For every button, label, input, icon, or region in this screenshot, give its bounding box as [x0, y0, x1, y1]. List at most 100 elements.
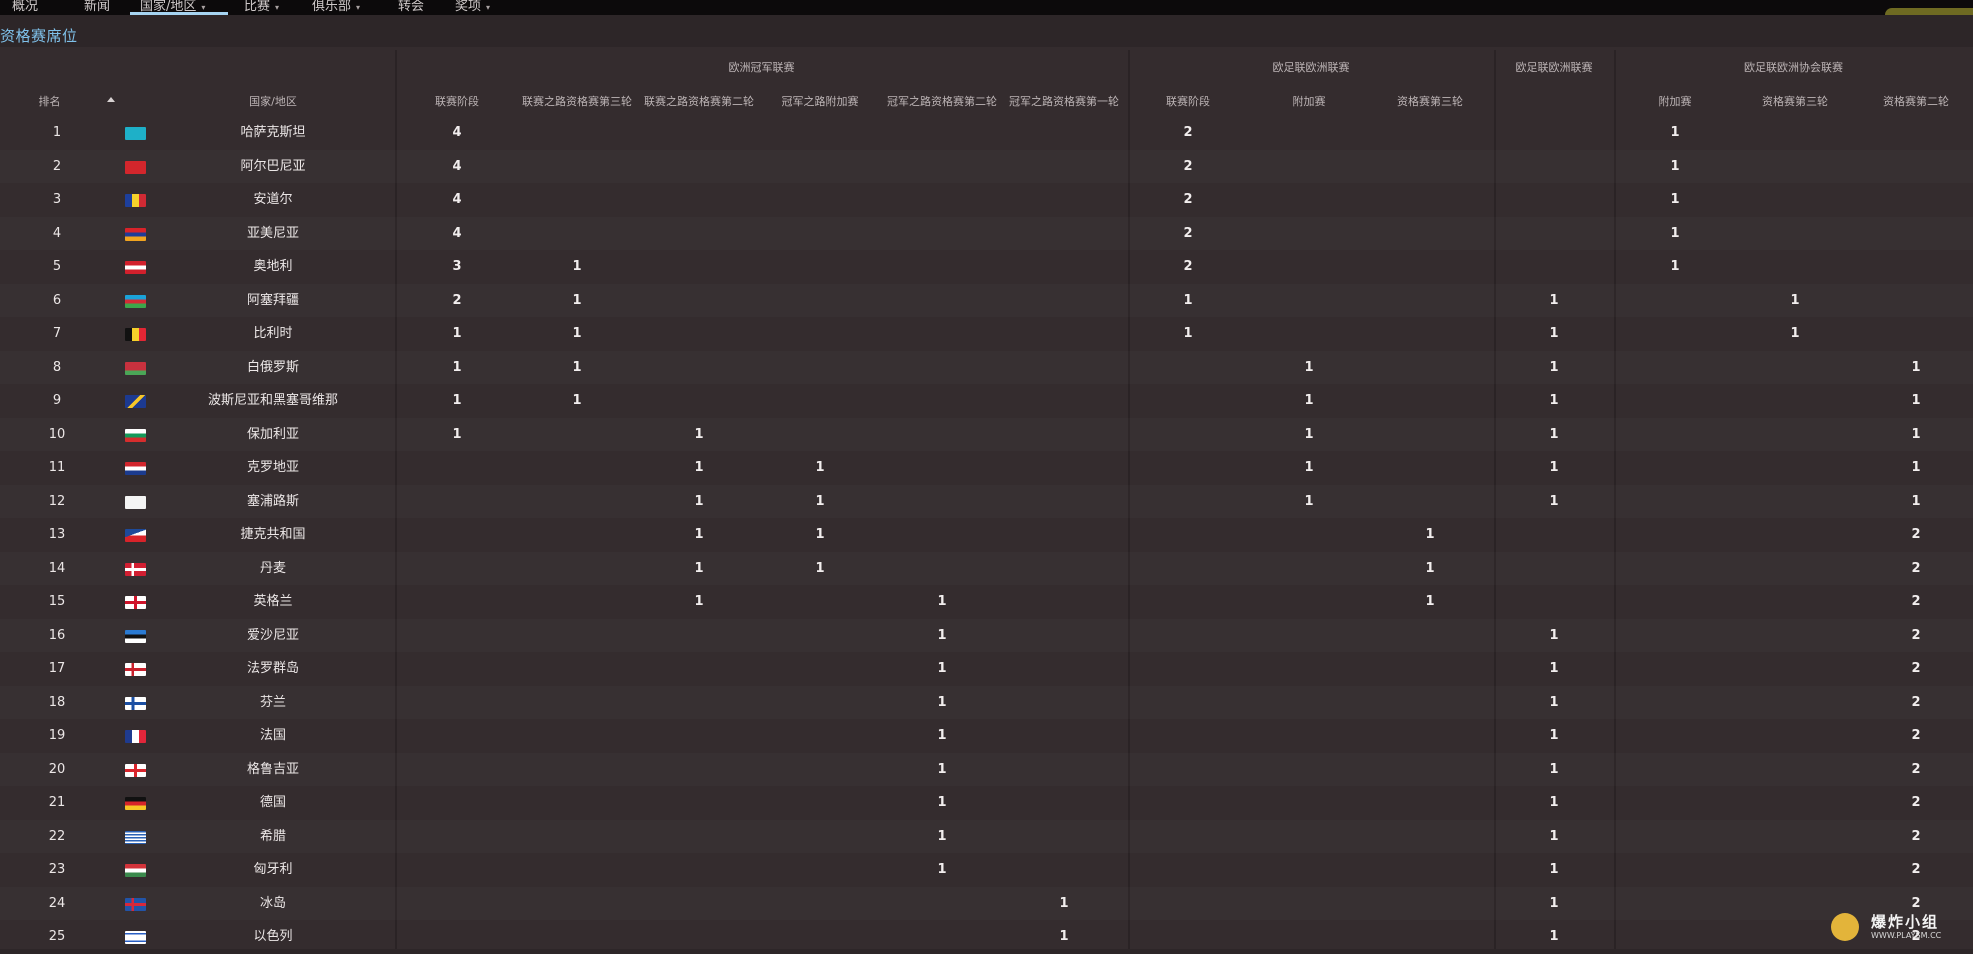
table-row[interactable]: 9 波斯尼亚和黑塞哥维那 1 1 1 1 1	[0, 384, 1973, 418]
country-name[interactable]: 德国	[153, 786, 393, 820]
table-row[interactable]: 21 德国 1 1 2	[0, 786, 1973, 820]
rank-cell: 7	[52, 326, 62, 341]
table-row[interactable]: 13 捷克共和国 1 1 1 2	[0, 518, 1973, 552]
country-name[interactable]: 法国	[153, 719, 393, 753]
country-name[interactable]: 希腊	[153, 820, 393, 854]
country-name[interactable]: 阿尔巴尼亚	[153, 150, 393, 184]
rank-cell: 11	[48, 460, 66, 475]
slot-count: 1	[694, 594, 704, 609]
sort-ascending-icon[interactable]	[107, 97, 115, 102]
nav-item-7[interactable]: 奖项 ▾	[455, 0, 490, 14]
nav-item-6[interactable]: 转会	[398, 0, 424, 14]
table-row[interactable]: 6 阿塞拜疆 2 1 1 1 1	[0, 284, 1973, 318]
column-header-12[interactable]: 资格赛第三轮	[1735, 93, 1855, 109]
slot-count: 1	[1549, 326, 1559, 341]
flag-icon-ad	[125, 194, 146, 207]
table-row[interactable]: 3 安道尔 4 2 1	[0, 183, 1973, 217]
slot-count: 1	[815, 527, 825, 542]
table-row[interactable]: 8 白俄罗斯 1 1 1 1 1	[0, 351, 1973, 385]
slot-count: 1	[452, 326, 462, 341]
slot-count: 2	[1911, 862, 1921, 877]
slot-count: 1	[1549, 661, 1559, 676]
country-name[interactable]: 哈萨克斯坦	[153, 116, 393, 150]
country-name[interactable]: 爱沙尼亚	[153, 619, 393, 653]
table-row[interactable]: 11 克罗地亚 1 1 1 1 1	[0, 451, 1973, 485]
column-header-rank[interactable]: 排名	[27, 93, 72, 109]
country-name[interactable]: 冰岛	[153, 887, 393, 921]
column-header-6[interactable]: 冠军之路资格赛第一轮	[1004, 93, 1124, 109]
nav-item-label: 转会	[398, 0, 425, 14]
table-row[interactable]: 18 芬兰 1 1 2	[0, 686, 1973, 720]
table-row[interactable]: 17 法罗群岛 1 1 2	[0, 652, 1973, 686]
country-name[interactable]: 以色列	[153, 920, 393, 954]
table-row[interactable]: 20 格鲁吉亚 1 1 2	[0, 753, 1973, 787]
slot-count: 1	[694, 493, 704, 509]
country-name[interactable]: 丹麦	[153, 552, 393, 586]
column-header-1[interactable]: 联赛阶段	[397, 93, 517, 109]
table-row[interactable]: 4 亚美尼亚 4 2 1	[0, 217, 1973, 251]
rank-cell: 8	[52, 359, 62, 375]
table-row[interactable]: 24 冰岛 1 1 2	[0, 887, 1973, 921]
table-row[interactable]: 14 丹麦 1 1 1 2	[0, 552, 1973, 586]
slot-count: 2	[1911, 728, 1921, 743]
slot-count: 1	[1425, 527, 1435, 542]
nav-item-2[interactable]: 新闻	[84, 0, 110, 14]
country-name[interactable]: 克罗地亚	[153, 451, 393, 485]
table-row[interactable]: 25 以色列 1 1 2	[0, 920, 1973, 954]
country-name[interactable]: 塞浦路斯	[153, 485, 393, 519]
column-header-2[interactable]: 联赛之路资格赛第三轮	[517, 93, 637, 109]
nav-item-4[interactable]: 比赛 ▾	[244, 0, 279, 14]
country-name[interactable]: 波斯尼亚和黑塞哥维那	[153, 384, 393, 418]
nav-item-1[interactable]: 概况	[12, 0, 38, 14]
country-name[interactable]: 比利时	[153, 317, 393, 351]
table-row[interactable]: 1 哈萨克斯坦 4 2 1	[0, 116, 1973, 150]
nav-item-label: 概况	[12, 0, 39, 14]
country-name[interactable]: 匈牙利	[153, 853, 393, 887]
column-header-11[interactable]: 附加赛	[1615, 93, 1735, 109]
rank-cell: 20	[48, 761, 66, 777]
column-header-country[interactable]: 国家/地区	[153, 93, 393, 109]
table-row[interactable]: 16 爱沙尼亚 1 1 2	[0, 619, 1973, 653]
table-row[interactable]: 15 英格兰 1 1 1 2	[0, 585, 1973, 619]
slot-count: 1	[1911, 460, 1921, 475]
rank-cell: 10	[48, 426, 66, 442]
slot-count: 1	[1549, 292, 1559, 308]
column-header-3[interactable]: 联赛之路资格赛第二轮	[639, 93, 759, 109]
country-name[interactable]: 格鲁吉亚	[153, 753, 393, 787]
nav-item-5[interactable]: 俱乐部 ▾	[312, 0, 360, 14]
flag-icon-at	[125, 261, 146, 274]
country-name[interactable]: 芬兰	[153, 686, 393, 720]
flag-icon-ee	[125, 629, 146, 643]
column-header-13[interactable]: 资格赛第二轮	[1856, 93, 1973, 109]
table-row[interactable]: 22 希腊 1 1 2	[0, 820, 1973, 854]
country-name[interactable]: 保加利亚	[153, 418, 393, 452]
column-header-8[interactable]: 附加赛	[1249, 93, 1369, 109]
country-name[interactable]: 捷克共和国	[153, 518, 393, 552]
table-row[interactable]: 19 法国 1 1 2	[0, 719, 1973, 753]
page-title: 资格赛席位	[0, 27, 78, 45]
table-row[interactable]: 12 塞浦路斯 1 1 1 1 1	[0, 485, 1973, 519]
column-header-5[interactable]: 冠军之路资格赛第二轮	[882, 93, 1002, 109]
country-name[interactable]: 奥地利	[153, 250, 393, 284]
country-name[interactable]: 法罗群岛	[153, 652, 393, 686]
table-row[interactable]: 2 阿尔巴尼亚 4 2 1	[0, 150, 1973, 184]
table-row[interactable]: 7 比利时 1 1 1 1 1	[0, 317, 1973, 351]
slot-count: 1	[1304, 493, 1314, 509]
flag-icon-az	[125, 294, 146, 308]
nav-item-label: 新闻	[84, 0, 111, 14]
column-header-4[interactable]: 冠军之路附加赛	[760, 93, 880, 109]
country-name[interactable]: 阿塞拜疆	[153, 284, 393, 318]
table-row[interactable]: 23 匈牙利 1 1 2	[0, 853, 1973, 887]
column-header-9[interactable]: 资格赛第三轮	[1370, 93, 1490, 109]
country-name[interactable]: 白俄罗斯	[153, 351, 393, 385]
table-row[interactable]: 5 奥地利 3 1 2 1	[0, 250, 1973, 284]
slot-count: 1	[1549, 828, 1559, 844]
country-name[interactable]: 安道尔	[153, 183, 393, 217]
flag-icon-kz	[125, 127, 146, 140]
column-header-7[interactable]: 联赛阶段	[1128, 93, 1248, 109]
table-row[interactable]: 10 保加利亚 1 1 1 1 1	[0, 418, 1973, 452]
flag-icon-is	[125, 897, 146, 911]
country-name[interactable]: 亚美尼亚	[153, 217, 393, 251]
country-name[interactable]: 英格兰	[153, 585, 393, 619]
slot-count: 1	[1549, 627, 1559, 643]
